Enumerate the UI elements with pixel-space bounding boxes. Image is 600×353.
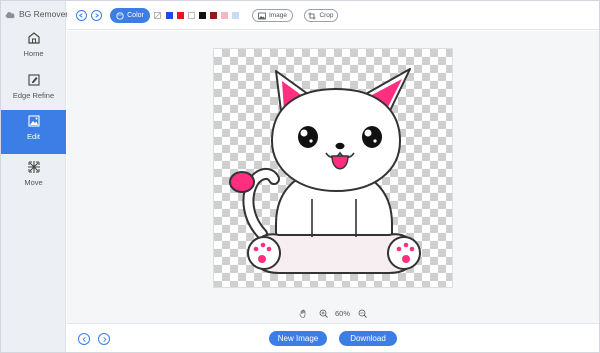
app-title: BG Remover xyxy=(5,7,68,21)
sidebar-item-label: Move xyxy=(24,178,43,187)
zoom-level: 60% xyxy=(335,309,351,318)
image-icon xyxy=(258,12,266,19)
zoom-out-icon[interactable] xyxy=(358,309,367,318)
redo-icon xyxy=(95,13,100,18)
sidebar: BG Remover Home Edge Refine Edit Move xyxy=(1,1,68,352)
color-swatch[interactable] xyxy=(210,12,217,19)
download-button[interactable]: Download xyxy=(339,331,397,346)
color-swatch[interactable] xyxy=(199,12,206,19)
app-logo-icon xyxy=(5,11,15,18)
canvas-area xyxy=(67,31,599,305)
color-swatch[interactable] xyxy=(166,12,173,19)
image-button[interactable]: Image xyxy=(252,9,293,22)
sidebar-item-move[interactable]: Move xyxy=(1,156,66,200)
zoom-bar: 60% xyxy=(67,305,599,323)
crop-icon xyxy=(308,12,316,19)
redo-button[interactable] xyxy=(91,10,102,21)
move-arrows-icon xyxy=(27,161,40,173)
color-button-label: Color xyxy=(127,12,144,19)
image-edit-icon xyxy=(27,115,40,127)
new-image-button[interactable]: New Image xyxy=(269,331,327,346)
no-color-icon[interactable] xyxy=(154,12,161,19)
image-preview[interactable] xyxy=(213,48,453,288)
cat-image xyxy=(229,68,421,274)
undo-button[interactable] xyxy=(76,10,87,21)
color-button[interactable]: Color xyxy=(110,8,150,23)
crop-button[interactable]: Crop xyxy=(304,9,338,22)
chevron-right-icon xyxy=(102,336,106,342)
next-button[interactable] xyxy=(98,333,110,345)
top-toolbar: Color Image Crop xyxy=(67,1,599,30)
sidebar-item-edge-refine[interactable]: Edge Refine xyxy=(1,69,66,113)
undo-icon xyxy=(78,13,83,18)
sidebar-item-home[interactable]: Home xyxy=(1,27,66,71)
previous-button[interactable] xyxy=(78,333,90,345)
app-title-text: BG Remover xyxy=(19,9,69,19)
sidebar-item-label: Edit xyxy=(27,132,40,141)
zoom-in-icon[interactable] xyxy=(319,309,328,318)
app-window: BG Remover Home Edge Refine Edit Move Co… xyxy=(0,0,600,353)
color-swatch[interactable] xyxy=(188,12,195,19)
color-swatch[interactable] xyxy=(177,12,184,19)
sidebar-item-label: Edge Refine xyxy=(12,91,55,100)
image-button-label: Image xyxy=(268,12,288,19)
color-swatch[interactable] xyxy=(221,12,228,19)
palette-icon xyxy=(116,11,124,20)
crop-button-label: Crop xyxy=(319,12,334,19)
chevron-left-icon xyxy=(82,336,86,342)
home-icon xyxy=(27,32,40,44)
edit-pencil-icon xyxy=(27,74,40,86)
color-swatch[interactable] xyxy=(232,12,239,19)
hand-pan-icon[interactable] xyxy=(299,309,308,318)
sidebar-item-edit[interactable]: Edit xyxy=(1,110,66,154)
sidebar-item-label: Home xyxy=(23,49,44,58)
bottom-bar: New Image Download xyxy=(67,323,599,352)
